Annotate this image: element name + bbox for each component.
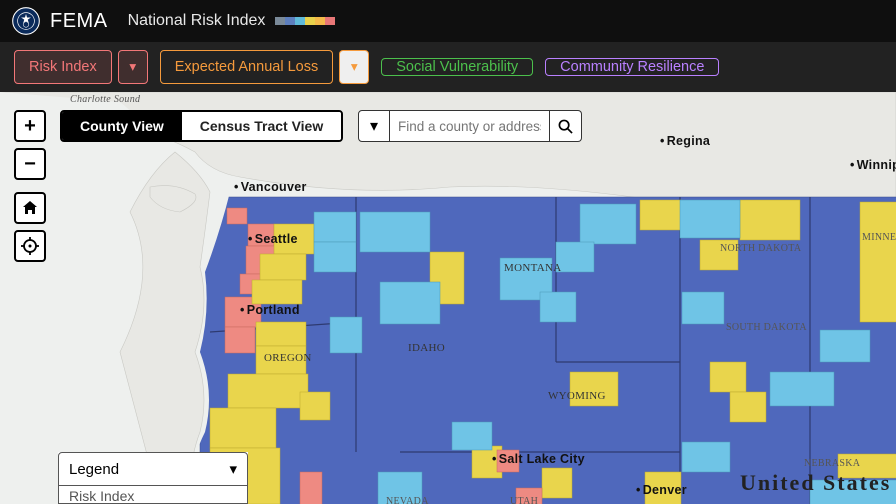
locate-button[interactable] <box>14 230 46 262</box>
fema-seal-icon <box>12 7 40 35</box>
zoom-in-button[interactable]: + <box>14 110 46 142</box>
caret-down-icon: ▾ <box>351 59 358 75</box>
legend-toggle[interactable]: Legend ▾ <box>58 452 248 486</box>
legend-item: Risk Index <box>58 486 248 504</box>
nav-risk-index[interactable]: Risk Index <box>14 50 112 84</box>
tab-county-view[interactable]: County View <box>62 112 182 140</box>
color-swatch-row <box>275 17 335 25</box>
agency-name: FEMA <box>50 10 108 33</box>
map-controls-column: + − <box>14 110 46 262</box>
map-area[interactable]: .cB{fill:#4f68bc;stroke:#3a4d8c;stroke-w… <box>0 92 896 504</box>
caret-down-icon: ▾ <box>129 59 136 75</box>
nav-social-vulnerability[interactable]: Social Vulnerability <box>381 58 533 76</box>
home-button[interactable] <box>14 192 46 224</box>
nav-risk-index-dropdown[interactable]: ▾ <box>118 50 148 84</box>
app-title: National Risk Index <box>128 12 266 30</box>
nav-expected-annual-loss[interactable]: Expected Annual Loss <box>160 50 334 84</box>
search-group: ▾ <box>358 110 582 142</box>
search-button[interactable] <box>550 110 582 142</box>
navbar: Risk Index ▾ Expected Annual Loss ▾ Soci… <box>0 42 896 92</box>
header: FEMA National Risk Index <box>0 0 896 42</box>
search-icon <box>558 119 573 134</box>
choropleth-map[interactable]: .cB{fill:#4f68bc;stroke:#3a4d8c;stroke-w… <box>0 92 896 504</box>
caret-down-icon: ▾ <box>229 460 237 478</box>
nav-community-resilience[interactable]: Community Resilience <box>545 58 719 76</box>
home-icon <box>22 200 38 216</box>
search-input[interactable] <box>390 110 550 142</box>
locate-icon <box>21 237 39 255</box>
plus-icon: + <box>24 115 36 138</box>
caret-down-icon: ▾ <box>370 116 378 136</box>
view-tabs: County View Census Tract View <box>60 110 343 142</box>
tab-census-tract-view[interactable]: Census Tract View <box>182 112 341 140</box>
legend-panel: Legend ▾ Risk Index <box>58 452 248 504</box>
zoom-out-button[interactable]: − <box>14 148 46 180</box>
nav-expected-annual-loss-dropdown[interactable]: ▾ <box>339 50 369 84</box>
search-category-dropdown[interactable]: ▾ <box>358 110 390 142</box>
minus-icon: − <box>24 153 36 176</box>
legend-title: Legend <box>69 461 119 478</box>
